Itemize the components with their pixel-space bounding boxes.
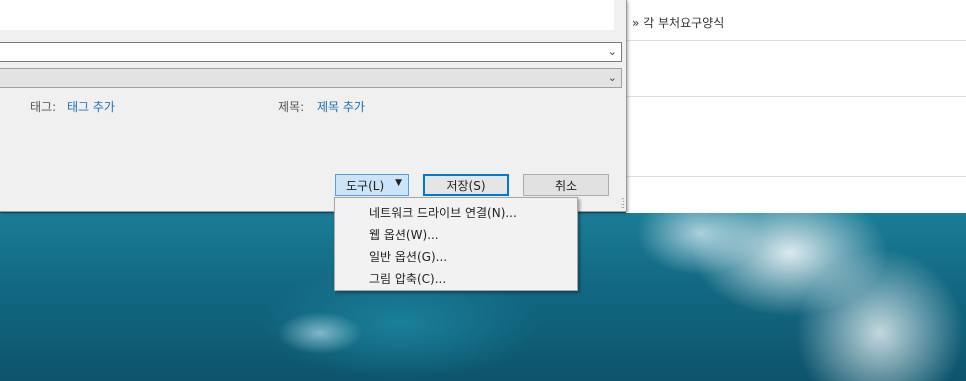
resize-grip-icon[interactable]: ·::: [621,196,626,210]
file-name-combobox[interactable]: ⌄ [0,42,622,62]
dropdown-arrow-icon: ▼ [395,178,402,188]
cancel-button[interactable]: 취소 [523,174,609,196]
cancel-button-label: 취소 [554,178,578,193]
save-as-dialog: ⌄ ⌄ 태그: 태그 추가 제목: 제목 추가 도구(L) ▼ 저장(S) 취소… [0,0,627,212]
file-type-combobox[interactable]: ⌄ [0,68,622,88]
menu-item-general-options[interactable]: 일반 옵션(G)... [369,248,447,265]
divider [626,176,966,177]
background-document: » 각 부처요구양식 [626,0,966,213]
menu-item-web-options[interactable]: 웹 옵션(W)... [369,226,439,243]
chevron-down-icon[interactable]: ⌄ [608,71,617,84]
divider [626,40,966,41]
add-tag-link[interactable]: 태그 추가 [67,98,115,115]
tags-label: 태그: [30,100,57,114]
tools-button-label: 도구(L) [346,178,385,193]
menu-item-compress-pictures[interactable]: 그림 압축(C)... [369,270,446,287]
tools-button[interactable]: 도구(L) ▼ [335,174,409,196]
add-title-link[interactable]: 제목 추가 [317,98,365,115]
breadcrumb: » 각 부처요구양식 [632,16,725,30]
menu-item-map-network-drive[interactable]: 네트워크 드라이브 연결(N)... [369,204,517,221]
chevron-down-icon[interactable]: ⌄ [608,45,617,58]
save-button-label: 저장(S) [446,178,486,193]
folder-view-area [0,0,614,30]
save-button[interactable]: 저장(S) [423,174,509,196]
divider [626,96,966,97]
tools-dropdown-menu: 네트워크 드라이브 연결(N)... 웹 옵션(W)... 일반 옵션(G)..… [334,197,578,291]
title-label: 제목: [278,100,305,114]
